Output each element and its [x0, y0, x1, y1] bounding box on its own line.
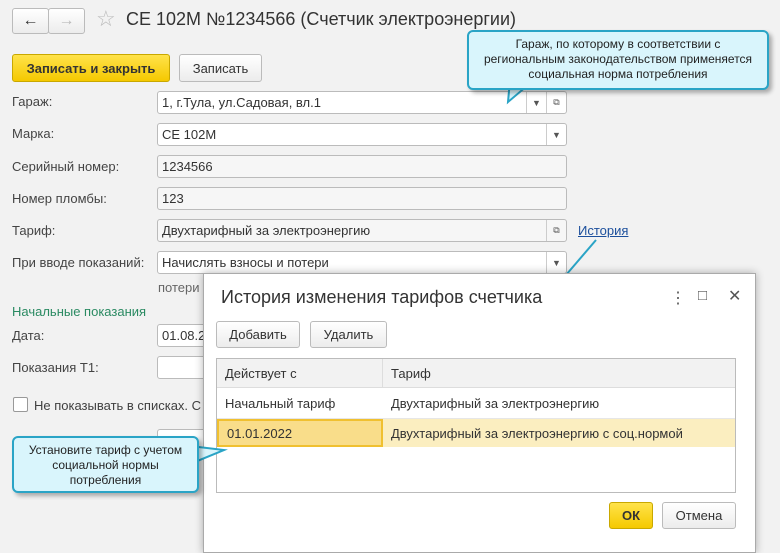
save-close-button[interactable]: Записать и закрыть — [12, 54, 170, 82]
input-mode-field[interactable]: Начислять взносы и потери ▼ — [157, 251, 567, 274]
dialog-title: История изменения тарифов счетчика — [221, 287, 543, 307]
garage-label: Гараж: — [12, 94, 53, 109]
ok-button[interactable]: ОК — [609, 502, 653, 529]
table-row-selected[interactable]: 01.01.2022 Двухтарифный за электроэнерги… — [217, 419, 735, 447]
tariff-callout: Установите тариф с учетом социальной нор… — [12, 436, 199, 493]
seal-field[interactable]: 123 — [157, 187, 567, 210]
back-button[interactable]: ← — [12, 8, 49, 34]
cell-tariff: Двухтарифный за электроэнергию с соц.нор… — [391, 425, 683, 441]
cancel-button[interactable]: Отмена — [662, 502, 736, 529]
tariff-label: Тариф: — [12, 223, 56, 238]
forward-button[interactable]: → — [48, 8, 85, 34]
column-header-tariff[interactable]: Тариф — [383, 359, 735, 388]
input-mode-value: Начислять взносы и потери — [162, 255, 329, 270]
cell-from: Начальный тариф — [225, 396, 336, 411]
t1-label: Показания Т1: — [12, 360, 99, 375]
input-mode-note: потери — [158, 280, 200, 295]
save-button[interactable]: Записать — [179, 54, 262, 82]
brand-label: Марка: — [12, 126, 55, 141]
open-icon[interactable]: ⧉ — [546, 92, 566, 113]
brand-field[interactable]: СЕ 102М ▼ — [157, 123, 567, 146]
more-icon[interactable]: ⋮ — [670, 288, 686, 308]
page-title: СЕ 102М №1234566 (Счетчик электроэнергии… — [126, 9, 517, 29]
dropdown-icon[interactable]: ▼ — [546, 124, 566, 145]
tariff-value: Двухтарифный за электроэнергию — [162, 223, 371, 238]
seal-label: Номер пломбы: — [12, 191, 107, 206]
serial-field[interactable]: 1234566 — [157, 155, 567, 178]
hide-checkbox[interactable] — [13, 397, 28, 412]
brand-value: СЕ 102М — [162, 127, 217, 142]
tariff-field[interactable]: Двухтарифный за электроэнергию ⧉ — [157, 219, 567, 242]
favorite-star-icon[interactable]: ☆ — [96, 6, 116, 32]
close-icon[interactable]: ✕ — [728, 286, 741, 306]
initial-section-title: Начальные показания — [12, 304, 147, 319]
column-header-from[interactable]: Действует с — [217, 359, 383, 388]
add-button[interactable]: Добавить — [216, 321, 300, 348]
serial-label: Серийный номер: — [12, 159, 120, 174]
tariff-history-dialog: История изменения тарифов счетчика ⋮ □ ✕… — [203, 273, 756, 553]
table-row[interactable]: Начальный тариф Двухтарифный за электроэ… — [217, 388, 735, 419]
cell-tariff: Двухтарифный за электроэнергию — [391, 396, 600, 411]
history-table: Действует с Тариф Начальный тариф Двухта… — [216, 358, 736, 493]
cell-from: 01.01.2022 — [217, 419, 383, 447]
delete-button[interactable]: Удалить — [310, 321, 387, 348]
input-mode-label: При вводе показаний: — [12, 255, 145, 270]
date-label: Дата: — [12, 328, 45, 343]
garage-value: 1, г.Тула, ул.Садовая, вл.1 — [162, 95, 321, 110]
hide-checkbox-label: Не показывать в списках. С — [34, 398, 202, 413]
maximize-icon[interactable]: □ — [698, 287, 707, 304]
garage-callout: Гараж, по которому в соответствии с реги… — [467, 30, 769, 90]
